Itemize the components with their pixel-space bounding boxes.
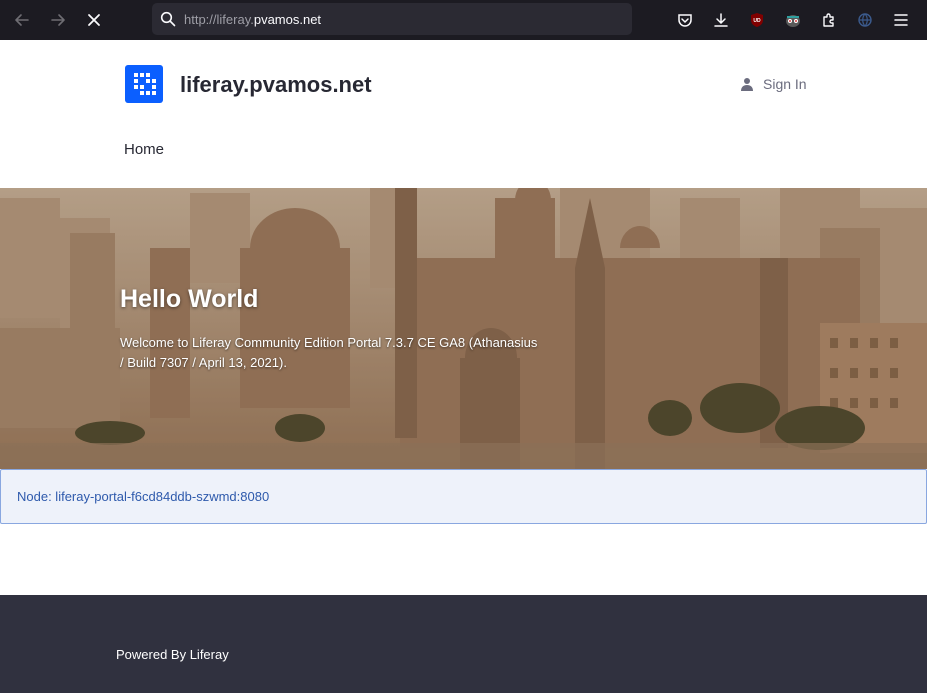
downloads-button[interactable] [703, 0, 739, 40]
privacy-badger-button[interactable] [775, 0, 811, 40]
ublock-button[interactable]: UD [739, 0, 775, 40]
toolbar-right: UD [667, 0, 919, 40]
site-footer: Powered By Liferay [0, 595, 927, 693]
logo-icon [134, 73, 156, 95]
user-icon [741, 78, 753, 91]
privacy-badger-icon [786, 15, 800, 27]
forward-icon [51, 14, 65, 26]
pocket-button[interactable] [667, 0, 703, 40]
globe-button[interactable] [847, 0, 883, 40]
url-domain: pvamos.net [253, 11, 322, 27]
pocket-icon [678, 14, 692, 27]
svg-text:UD: UD [753, 18, 761, 24]
menu-icon [894, 14, 908, 26]
globe-icon [858, 13, 872, 27]
back-button[interactable] [4, 0, 40, 40]
browser-toolbar: http://liferay.pvamos.net UD [0, 0, 927, 40]
site-header: liferay.pvamos.net Sign In Home [0, 40, 927, 188]
sign-in-link[interactable]: Sign In [741, 76, 807, 92]
hero-banner: Hello World Welcome to Liferay Community… [0, 188, 927, 469]
node-info-box: Node: liferay-portal-f6cd84ddb-szwmd:808… [0, 469, 927, 524]
sign-in-label: Sign In [763, 76, 807, 92]
url-bar[interactable]: http://liferay.pvamos.net [152, 3, 632, 35]
extensions-button[interactable] [811, 0, 847, 40]
node-info-text: Node: liferay-portal-f6cd84ddb-szwmd:808… [17, 489, 270, 504]
url-prefix: http://liferay. [184, 11, 254, 27]
nav-item-home[interactable]: Home [124, 141, 164, 158]
extensions-icon [823, 13, 834, 27]
back-icon [15, 14, 29, 26]
url-text: http://liferay.pvamos.net [184, 12, 321, 27]
forward-button[interactable] [40, 0, 76, 40]
menu-button[interactable] [883, 0, 919, 40]
hero-cityscape-image [0, 188, 927, 469]
site-name[interactable]: liferay.pvamos.net [180, 72, 372, 98]
stop-button[interactable] [76, 0, 112, 40]
powered-by-text[interactable]: Powered By Liferay [116, 647, 229, 662]
stop-icon [88, 14, 100, 26]
liferay-logo[interactable] [125, 65, 163, 103]
hero-title: Hello World [120, 285, 259, 313]
search-icon [152, 3, 184, 35]
ublock-icon: UD [751, 13, 763, 27]
hero-welcome-text: Welcome to Liferay Community Edition Por… [120, 335, 538, 370]
download-icon [714, 13, 728, 27]
